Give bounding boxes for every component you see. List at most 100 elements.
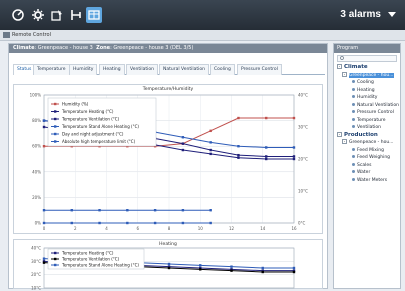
tree-item[interactable]: Temperature: [334, 117, 400, 125]
tree-group-climate[interactable]: - Climate: [334, 64, 400, 72]
legend-label: Day and night adjustment (°C): [62, 132, 124, 137]
data-point: [261, 266, 264, 270]
tree-item[interactable]: Ventilation: [334, 124, 400, 132]
y-tick-label: 60%: [32, 144, 41, 149]
data-point: [181, 148, 185, 152]
tree-item-label: Humidity: [357, 95, 378, 100]
tree-group-production[interactable]: - Production: [334, 131, 400, 140]
grid-icon[interactable]: [86, 7, 102, 23]
heating-svg: 40°C 30°C 20°C 10°C Temperature Heating (°C)…: [31, 246, 296, 291]
program-panel: Program - Climate - Greenpeace - hou... Cool…: [333, 43, 401, 289]
tree-item-label: Feed Mixing: [357, 147, 384, 153]
data-point: [70, 209, 73, 212]
legend-label: Temperature Stand Alone Heating (°C): [61, 124, 139, 129]
tree-item[interactable]: Water Meters: [334, 177, 400, 185]
data-point: [237, 156, 240, 159]
x-tick-label: 6: [136, 226, 139, 231]
tab-humidity[interactable]: Humidity: [69, 64, 98, 75]
tree-item-house[interactable]: - Greenpeace - hou...: [334, 71, 400, 80]
data-point: [42, 261, 46, 264]
collapse-icon[interactable]: -: [337, 64, 342, 69]
chart-icon[interactable]: [68, 7, 84, 23]
data-point: [209, 129, 212, 133]
legend-label: Temperature Ventilation (°C): [61, 117, 120, 122]
legend-marker: [54, 110, 57, 113]
tree-item[interactable]: Heating: [334, 87, 400, 95]
data-point: [42, 257, 46, 260]
tree-item[interactable]: Natural Ventilation: [334, 102, 400, 110]
collapse-icon[interactable]: -: [342, 139, 347, 144]
main-header: Climate: Greenpeace - house 3 Zone: Gree…: [9, 44, 327, 53]
chevron-down-icon[interactable]: [388, 12, 396, 17]
gauge-icon[interactable]: [10, 7, 26, 23]
tree-item[interactable]: Scales: [334, 162, 400, 170]
data-point: [42, 119, 46, 122]
settings-cog-icon[interactable]: [49, 7, 65, 23]
alarms-count[interactable]: 3 alarms: [340, 9, 381, 20]
x-tick-label: 16: [291, 226, 297, 231]
leaf-icon: [352, 147, 355, 151]
y-right-tick-label: 40°C: [298, 93, 308, 98]
data-point: [265, 146, 268, 149]
tab-ventilation[interactable]: Ventilation: [126, 64, 158, 75]
data-point: [230, 265, 233, 268]
tab-cooling[interactable]: Cooling: [210, 64, 235, 75]
data-point: [261, 270, 264, 274]
tree-item[interactable]: Feed Mixing: [334, 147, 400, 155]
data-point: [209, 141, 212, 144]
data-point: [292, 155, 296, 158]
leaf-icon: [352, 117, 355, 121]
tree-item-label: Greenpeace - hou...: [349, 140, 394, 145]
tree-item-house[interactable]: - Greenpeace - hou...: [334, 139, 400, 147]
data-point: [237, 116, 240, 120]
y-tick-label: 80%: [32, 118, 41, 123]
x-tick-label: 10: [198, 226, 204, 231]
legend-label: Absolute high temperature limit (°C): [62, 139, 136, 144]
collapse-icon[interactable]: -: [342, 71, 347, 77]
data-point: [181, 136, 185, 139]
tree-item-label: Water Meters: [357, 177, 388, 183]
data-point: [98, 221, 101, 225]
program-search-input[interactable]: [337, 55, 397, 62]
climate-label: Climate: [13, 45, 35, 51]
remote-control-bar: Remote Control: [0, 30, 405, 41]
leaf-icon: [352, 110, 355, 113]
leaf-icon: [352, 95, 355, 98]
gear-icon[interactable]: [30, 7, 46, 23]
tree-item-label: Ventilation: [357, 125, 381, 130]
legend-marker: [54, 257, 57, 261]
tree-item[interactable]: Cooling: [334, 79, 400, 87]
tree-item-label: Temperature: [357, 117, 386, 123]
tab-temperature[interactable]: Temperature: [33, 64, 70, 75]
data-point: [209, 209, 212, 212]
data-point: [292, 270, 296, 274]
tab-natural-ventilation[interactable]: Natural Ventilation: [159, 64, 210, 75]
heating-chart: Heating 40°C 30°C 20°C 10°C Temperature Heat…: [13, 239, 323, 291]
tree-item[interactable]: Water: [334, 169, 400, 177]
tab-heating[interactable]: Heating: [99, 64, 125, 75]
data-point: [42, 145, 46, 148]
legend-label: Temperature Stand Alone Heating (°C): [61, 263, 139, 268]
main-panel: Climate: Greenpeace - house 3 Zone: Gree…: [8, 43, 328, 291]
legend-marker: [54, 140, 57, 143]
tab-pressure-control[interactable]: Pressure Control: [237, 64, 282, 75]
legend-label: Humidity (%): [62, 102, 89, 107]
data-point: [209, 148, 212, 152]
data-point: [199, 264, 202, 267]
leaf-icon: [352, 170, 355, 173]
climate-value: Greenpeace - house 3: [37, 45, 93, 51]
tree-item[interactable]: Humidity: [334, 94, 400, 102]
tree-item[interactable]: Pressure Control: [334, 109, 400, 117]
data-point: [237, 145, 240, 148]
data-point: [153, 209, 157, 212]
tree-item[interactable]: Feed Weighing: [334, 154, 400, 162]
top-toolbar: 3 alarms: [0, 0, 405, 30]
data-point: [199, 268, 202, 271]
temperature-humidity-svg: 100% 80% 60% 40% 20% 0% 40°C 30°C 20°C 10°C 0°C 0 2 4…: [30, 93, 309, 232]
collapse-icon[interactable]: -: [337, 131, 342, 137]
tab-status[interactable]: Status: [13, 64, 36, 75]
y-tick-label: 100%: [30, 93, 42, 98]
y-tick-label: 20°C: [31, 272, 41, 277]
data-point: [153, 221, 157, 225]
y-tick-label: 10°C: [31, 286, 41, 291]
